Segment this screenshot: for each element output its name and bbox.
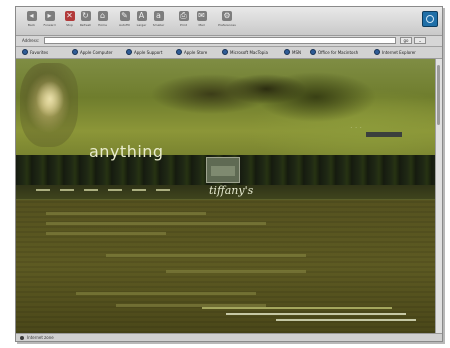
nav-link[interactable] (60, 189, 74, 191)
nav-link[interactable] (132, 189, 146, 191)
hero-caption: · · · (350, 125, 363, 130)
smaller-text-button-label: Smaller (152, 23, 165, 27)
favorite-label: MSN (292, 50, 301, 55)
globe-icon (20, 336, 24, 340)
brand-wordmark: tiffany's (209, 184, 254, 197)
autofill-button-label: AutoFill (119, 23, 130, 27)
larger-text-icon: A (136, 11, 147, 21)
print-button[interactable]: ⎙ Print (176, 10, 191, 32)
hero-photo (16, 59, 436, 155)
favorite-globe-icon (374, 49, 380, 55)
portrait-image (20, 63, 78, 147)
favorite-globe-icon (126, 49, 132, 55)
nav-link[interactable] (36, 189, 50, 191)
preferences-icon: ⚙ (222, 11, 232, 21)
back-button-label: Back (27, 23, 36, 27)
back-arrow-icon: ◂ (26, 11, 37, 21)
home-icon: ⌂ (97, 11, 108, 21)
favorite-globe-icon (22, 49, 28, 55)
faded-text-line (46, 232, 166, 235)
faded-text-line (46, 222, 266, 225)
print-button-label: Print (180, 23, 187, 27)
go-button[interactable]: go (400, 37, 412, 44)
favorite-globe-icon (176, 49, 182, 55)
home-button[interactable]: ⌂ Home (95, 10, 110, 32)
nav-link[interactable] (156, 189, 170, 191)
favorite-label: Internet Explorer (382, 50, 416, 55)
browser-toolbar: ◂ Back ▸ Forward ✕ Stop ↻ Refresh ⌂ Home… (16, 7, 442, 36)
larger-text-button-label: Larger (136, 23, 147, 27)
forward-button[interactable]: ▸ Forward (42, 10, 57, 32)
address-bar: Address: go ⌄ (16, 36, 442, 47)
mail-button-label: Mail (198, 23, 205, 27)
favorite-item[interactable]: Apple Store (176, 49, 207, 56)
favorite-item[interactable]: Office for Macintosh (310, 49, 358, 56)
favorite-item[interactable]: Microsoft MacTopia (222, 49, 268, 56)
favorite-globe-icon (310, 49, 316, 55)
forward-button-label: Forward (43, 23, 56, 27)
faded-text-line (166, 270, 306, 273)
smaller-text-icon: a (153, 11, 164, 21)
favorites-bar: Favorites Apple Computer Apple Support A… (16, 47, 442, 59)
favorite-label: Office for Macintosh (318, 50, 359, 55)
favorite-label: Favorites (30, 50, 49, 55)
favorite-globe-icon (72, 49, 78, 55)
larger-text-button[interactable]: A Larger (134, 10, 149, 32)
favorite-label: Microsoft MacTopia (230, 50, 268, 55)
favorite-label: Apple Support (134, 50, 163, 55)
web-page-content: · · · anything tiffany's (16, 59, 436, 333)
favorite-item[interactable]: Apple Computer (72, 49, 113, 56)
autofill-button[interactable]: ✎ AutoFill (117, 10, 132, 32)
hero-link-chip[interactable] (366, 132, 402, 137)
scrollbar-thumb[interactable] (437, 65, 440, 125)
favorite-label: Apple Computer (80, 50, 113, 55)
tagline-line (202, 307, 392, 309)
home-button-label: Home (98, 23, 107, 27)
back-button[interactable]: ◂ Back (24, 10, 39, 32)
favorite-globe-icon (222, 49, 228, 55)
faded-text-line (76, 292, 256, 295)
tagline-line (226, 313, 406, 315)
stop-button-label: Stop (66, 23, 73, 27)
favorite-item[interactable]: Apple Support (126, 49, 162, 56)
autofill-icon: ✎ (119, 11, 130, 21)
address-label: Address: (22, 38, 40, 43)
favorite-item[interactable]: MSN (284, 49, 301, 56)
tagline-line (276, 319, 416, 321)
film-strip-thumbnail[interactable] (206, 157, 240, 183)
status-bar: Internet zone (16, 333, 442, 341)
browser-logo-icon (422, 11, 438, 27)
forward-arrow-icon: ▸ (44, 11, 55, 21)
refresh-button-label: Refresh (79, 23, 92, 27)
refresh-button[interactable]: ↻ Refresh (78, 10, 93, 32)
preferences-button-label: Preferences (218, 23, 236, 27)
favorite-item[interactable]: Favorites (22, 49, 48, 56)
stop-icon: ✕ (64, 11, 75, 21)
headline-word: anything (89, 142, 164, 161)
faded-text-line (46, 212, 206, 215)
address-input[interactable] (44, 37, 396, 44)
favorite-label: Apple Store (184, 50, 208, 55)
browser-window: ◂ Back ▸ Forward ✕ Stop ↻ Refresh ⌂ Home… (15, 6, 443, 342)
refresh-icon: ↻ (80, 11, 91, 21)
mail-button[interactable]: ✉ Mail (194, 10, 209, 32)
address-dropdown-button[interactable]: ⌄ (414, 37, 426, 44)
favorite-item[interactable]: Internet Explorer (374, 49, 416, 56)
vertical-scrollbar[interactable] (435, 59, 442, 333)
nav-link[interactable] (108, 189, 122, 191)
smaller-text-button[interactable]: a Smaller (151, 10, 166, 32)
preferences-button[interactable]: ⚙ Preferences (216, 10, 238, 32)
nav-link[interactable] (84, 189, 98, 191)
status-text: Internet zone (27, 335, 54, 340)
print-icon: ⎙ (178, 11, 189, 21)
favorite-globe-icon (284, 49, 290, 55)
stop-button[interactable]: ✕ Stop (62, 10, 77, 32)
faded-text-line (106, 254, 306, 257)
mail-icon: ✉ (196, 11, 207, 21)
